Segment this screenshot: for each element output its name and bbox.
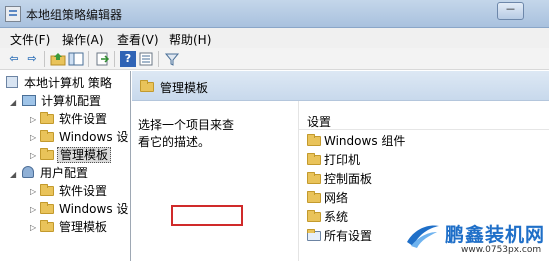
description-text: 选择一个项目来查看它的描述。 bbox=[138, 118, 235, 149]
tree-user-windows-settings[interactable]: Windows 设 bbox=[40, 201, 130, 219]
menu-file[interactable]: 文件(F) bbox=[10, 31, 50, 48]
navigation-tree: 本地计算机 策略 ◢ 计算机配置 ▷ 软件设置 ▷ Windows 设 ▷ 管理… bbox=[0, 71, 131, 261]
expand-arrow-icon[interactable]: ▷ bbox=[30, 223, 36, 232]
tree-computer-config[interactable]: 计算机配置 bbox=[22, 93, 103, 111]
list-item-windows-components[interactable]: Windows 组件 bbox=[307, 133, 405, 151]
expand-arrow-icon[interactable]: ▷ bbox=[30, 133, 36, 142]
expand-arrow-icon[interactable]: ▷ bbox=[30, 187, 36, 196]
view-icon[interactable] bbox=[138, 51, 154, 67]
folder-icon bbox=[40, 184, 54, 196]
folder-icon bbox=[40, 202, 54, 214]
minimize-button[interactable]: － bbox=[497, 2, 524, 20]
content-header-title: 管理模板 bbox=[160, 81, 209, 95]
watermark-url: www.0753px.com bbox=[461, 245, 542, 255]
toolbar-separator bbox=[44, 51, 45, 67]
user-icon bbox=[22, 166, 34, 178]
list-item-system[interactable]: 系统 bbox=[307, 209, 348, 227]
list-item-printers[interactable]: 打印机 bbox=[307, 152, 360, 170]
expand-arrow-icon[interactable]: ▷ bbox=[30, 115, 36, 124]
column-divider bbox=[299, 129, 549, 130]
column-header-settings[interactable]: 设置 bbox=[307, 113, 331, 130]
highlight-box-system bbox=[171, 205, 243, 226]
filter-icon[interactable] bbox=[164, 51, 180, 67]
collapse-arrow-icon[interactable]: ◢ bbox=[10, 98, 16, 107]
expand-arrow-icon[interactable]: ▷ bbox=[30, 205, 36, 214]
toolbar-separator bbox=[158, 51, 159, 67]
tree-windows-settings[interactable]: Windows 设 bbox=[40, 129, 130, 147]
tree-root[interactable]: 本地计算机 策略 bbox=[6, 75, 114, 93]
gpedit-app-icon bbox=[5, 6, 21, 22]
computer-icon bbox=[22, 95, 36, 106]
list-item-network[interactable]: 网络 bbox=[307, 190, 348, 208]
folder-icon bbox=[307, 153, 321, 165]
collapse-arrow-icon[interactable]: ◢ bbox=[10, 170, 16, 179]
toolbar-separator bbox=[114, 51, 115, 67]
content-header: 管理模板 bbox=[132, 71, 549, 101]
watermark: 鹏鑫装机网 www.0753px.com bbox=[405, 216, 549, 261]
all-settings-icon bbox=[307, 229, 321, 241]
folder-icon bbox=[40, 220, 54, 232]
back-arrow-icon[interactable]: ⇦ bbox=[6, 51, 22, 67]
tree-software-settings[interactable]: 软件设置 bbox=[40, 111, 109, 129]
show-hide-tree-icon[interactable] bbox=[68, 51, 84, 67]
tree-user-config[interactable]: 用户配置 bbox=[22, 165, 90, 183]
toolbar-separator bbox=[88, 51, 89, 67]
folder-icon bbox=[307, 172, 321, 184]
folder-icon bbox=[40, 148, 54, 160]
tree-user-software-settings[interactable]: 软件设置 bbox=[40, 183, 109, 201]
folder-icon bbox=[40, 130, 54, 142]
export-list-icon[interactable] bbox=[94, 51, 110, 67]
watermark-brand: 鹏鑫装机网 bbox=[445, 224, 546, 246]
folder-icon bbox=[40, 112, 54, 124]
toolbar: ⇦ ⇨ ? bbox=[0, 48, 549, 70]
menu-view[interactable]: 查看(V) bbox=[117, 31, 159, 48]
forward-arrow-icon[interactable]: ⇨ bbox=[24, 51, 40, 67]
help-icon[interactable]: ? bbox=[120, 51, 136, 67]
title-bar: 本地组策略编辑器 － bbox=[0, 0, 549, 28]
folder-icon bbox=[307, 191, 321, 203]
window-title: 本地组策略编辑器 bbox=[26, 8, 123, 22]
folder-icon bbox=[307, 210, 321, 222]
folder-icon bbox=[140, 80, 154, 92]
folder-up-icon[interactable] bbox=[50, 51, 66, 67]
list-item-control-panel[interactable]: 控制面板 bbox=[307, 171, 372, 189]
tree-user-admin-templates[interactable]: 管理模板 bbox=[40, 219, 109, 237]
folder-icon bbox=[307, 134, 321, 146]
swoosh-logo-icon bbox=[407, 225, 439, 248]
menu-help[interactable]: 帮助(H) bbox=[169, 31, 211, 48]
policy-book-icon bbox=[6, 76, 18, 88]
menu-action[interactable]: 操作(A) bbox=[62, 31, 104, 48]
menu-bar: 文件(F) 操作(A) 查看(V) 帮助(H) bbox=[0, 28, 549, 48]
expand-arrow-icon[interactable]: ▷ bbox=[30, 151, 36, 160]
tree-admin-templates[interactable]: 管理模板 bbox=[40, 147, 112, 165]
list-item-all-settings[interactable]: 所有设置 bbox=[307, 228, 372, 246]
